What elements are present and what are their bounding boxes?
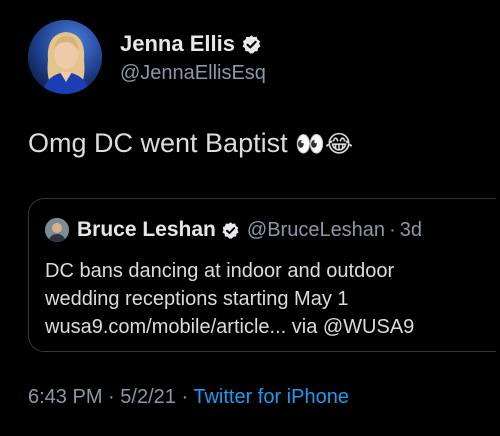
tweet-time[interactable]: 6:43 PM (28, 386, 102, 408)
quoted-tweet[interactable]: Bruce Leshan @BruceLeshan · 3d DC bans d… (28, 198, 496, 352)
author-names: Jenna Ellis @JennaEllisEsq (120, 30, 460, 85)
profile-photo-avatar-icon (28, 20, 102, 94)
meta-separator: · (108, 386, 115, 408)
tweet-header: Jenna Ellis @JennaEllisEsq (28, 20, 488, 94)
author-display-name[interactable]: Jenna Ellis (120, 31, 235, 57)
quoted-author-avatar (45, 218, 69, 242)
author-avatar[interactable] (28, 20, 102, 94)
tweet-emojis: 👀😂 (295, 131, 354, 158)
tweet-text-body: Omg DC went Baptist (28, 128, 288, 158)
meta-separator: · (181, 386, 189, 408)
tweet-date[interactable]: 5/2/21 (120, 386, 176, 408)
verified-badge-icon (221, 221, 240, 240)
quoted-separator: · (389, 218, 396, 241)
tweet-source-link[interactable]: Twitter for iPhone (193, 386, 349, 408)
tweet-meta: 6:43 PM · 5/2/21 · Twitter for iPhone (28, 386, 349, 409)
tweet-text: Omg DC went Baptist 👀😂 (28, 128, 353, 159)
quoted-line: wusa9.com/mobile/article... via @WUSA9 (45, 316, 415, 338)
quoted-line: wedding receptions starting May 1 (45, 288, 349, 310)
tweet-card: Jenna Ellis @JennaEllisEsq Omg DC went B… (0, 0, 500, 436)
quoted-time-ago: 3d (399, 218, 422, 241)
quoted-tweet-header: Bruce Leshan @BruceLeshan · 3d (45, 217, 422, 243)
author-handle[interactable]: @JennaEllisEsq (120, 62, 460, 85)
display-name-row: Jenna Ellis (120, 30, 460, 58)
quoted-tweet-body: DC bans dancing at indoor and outdoor we… (45, 257, 485, 341)
quoted-author-name: Bruce Leshan (77, 218, 216, 241)
quoted-line: DC bans dancing at indoor and outdoor (45, 260, 395, 282)
quoted-author-handle: @BruceLeshan (246, 218, 386, 241)
verified-badge-icon (241, 34, 262, 55)
